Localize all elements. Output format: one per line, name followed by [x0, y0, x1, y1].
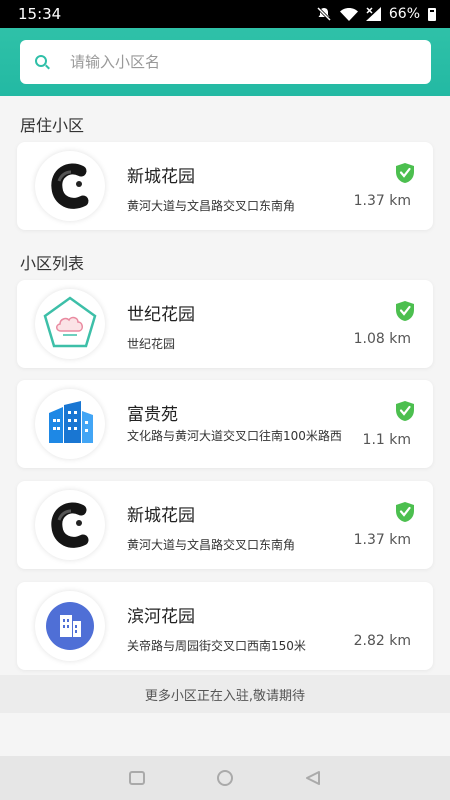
community-card[interactable]: 世纪花园 世纪花园 1.08 km [17, 280, 433, 368]
community-name: 新城花园 [127, 167, 195, 187]
building-icon-logo [35, 591, 105, 661]
more-communities-note: 更多小区正在入驻,敬请期待 [0, 675, 450, 713]
community-name: 富贵苑 [127, 405, 178, 425]
community-name: 新城花园 [127, 506, 195, 526]
back-icon[interactable] [305, 770, 321, 786]
status-time: 15:34 [18, 5, 62, 23]
blue-buildings-logo [35, 389, 105, 459]
community-distance: 1.1 km [362, 432, 411, 448]
mute-icon [316, 7, 331, 21]
signal-icon [365, 7, 381, 21]
home-icon[interactable] [217, 770, 233, 786]
verified-shield-icon [396, 502, 414, 522]
community-distance: 1.37 km [353, 193, 411, 209]
ink-circle-logo [35, 151, 105, 221]
header [0, 28, 450, 96]
community-address: 黄河大道与文昌路交叉口东南角 [127, 199, 296, 213]
community-address: 黄河大道与文昌路交叉口东南角 [127, 538, 296, 552]
community-card[interactable]: 滨河花园 关帝路与周园街交叉口西南150米 2.82 km [17, 582, 433, 670]
community-name: 世纪花园 [127, 305, 195, 325]
recent-apps-icon[interactable] [129, 771, 145, 785]
status-bar: 15:34 66% [0, 0, 450, 28]
verified-shield-icon [396, 301, 414, 321]
search-icon [34, 54, 50, 70]
community-distance: 1.08 km [353, 331, 411, 347]
status-icons: 66% [316, 6, 436, 22]
verified-shield-icon [396, 163, 414, 183]
battery-icon [428, 7, 436, 21]
system-nav-bar [0, 756, 450, 800]
community-address: 关帝路与周园街交叉口西南150米 [127, 639, 306, 653]
content: 居住小区 新城花园 黄河大道与文昌路交叉口东南角 1.37 km 小区列表 世纪… [0, 96, 450, 756]
list-section-title: 小区列表 [20, 254, 85, 273]
pentagon-cloud-logo [35, 289, 105, 359]
battery-percent: 66% [388, 6, 420, 22]
verified-shield-icon [396, 401, 414, 421]
community-distance: 2.82 km [353, 633, 411, 649]
community-address: 文化路与黄河大道交叉口往南100米路西 [127, 429, 342, 443]
residence-card[interactable]: 新城花园 黄河大道与文昌路交叉口东南角 1.37 km [17, 142, 433, 230]
community-address: 世纪花园 [127, 337, 176, 351]
community-name: 滨河花园 [127, 607, 195, 627]
wifi-icon [339, 7, 358, 21]
community-distance: 1.37 km [353, 532, 411, 548]
search-input[interactable] [70, 53, 390, 71]
ink-circle-logo [35, 490, 105, 560]
community-card[interactable]: 富贵苑 文化路与黄河大道交叉口往南100米路西 1.1 km [17, 380, 433, 468]
residence-section-title: 居住小区 [20, 116, 85, 135]
search-box[interactable] [20, 40, 431, 84]
community-card[interactable]: 新城花园 黄河大道与文昌路交叉口东南角 1.37 km [17, 481, 433, 569]
